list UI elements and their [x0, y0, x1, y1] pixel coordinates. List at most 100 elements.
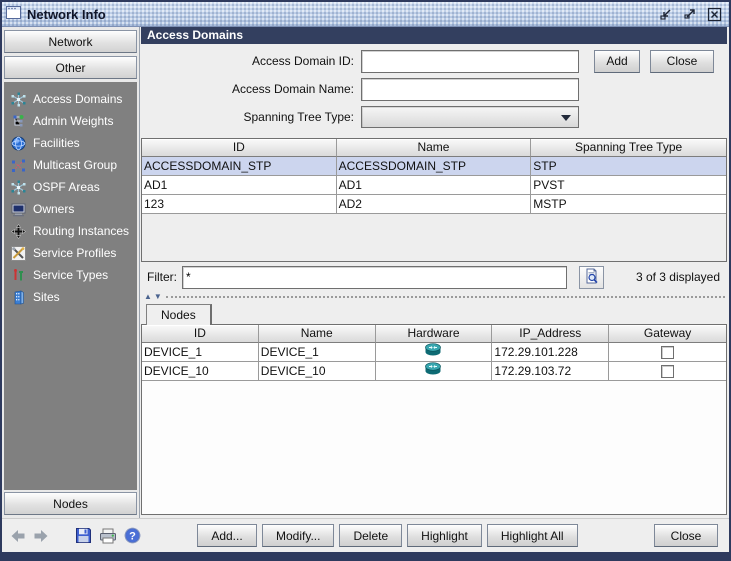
filter-bar: Filter: 3 of 3 displayed — [141, 262, 727, 292]
forward-arrow-icon[interactable] — [33, 526, 49, 546]
sidebar-item-label: Routing Instances — [33, 224, 130, 238]
modify-button[interactable]: Modify... — [262, 524, 335, 547]
sidebar-item-label: Multicast Group — [33, 158, 118, 172]
footer-buttons: Add... Modify... Delete Highlight Highli… — [141, 524, 729, 547]
back-arrow-icon[interactable] — [10, 526, 26, 546]
sidebar-item-label: Sites — [33, 290, 60, 304]
network-star-icon — [10, 91, 26, 107]
add-node-button[interactable]: Add... — [197, 524, 257, 547]
gateway-checkbox[interactable] — [661, 364, 675, 378]
sidebar-item-ospf-areas[interactable]: OSPF Areas — [10, 178, 133, 196]
collapse-up-icon[interactable]: ▲ — [144, 292, 152, 301]
table-row[interactable]: 123 AD2 MSTP — [142, 195, 726, 214]
cell-id: AD1 — [142, 176, 337, 195]
network-info-window: Network Info Network Other Access Domain… — [0, 0, 731, 561]
window-icon — [6, 6, 21, 22]
sidebar-item-owners[interactable]: Owners — [10, 200, 133, 218]
column-header-gateway[interactable]: Gateway — [609, 325, 726, 343]
cell-name: ACCESSDOMAIN_STP — [336, 157, 532, 176]
help-icon[interactable]: ? — [124, 526, 141, 546]
router-icon — [424, 362, 442, 380]
sidebar-item-facilities[interactable]: Facilities — [10, 134, 133, 152]
cell-hardware — [375, 343, 493, 362]
sidebar-button-other[interactable]: Other — [4, 56, 137, 79]
filter-label: Filter: — [147, 270, 177, 284]
spanning-tree-type-select[interactable] — [361, 106, 579, 128]
sidebar: Network Other Access Domains Admin Weigh… — [2, 27, 140, 518]
highlight-button[interactable]: Highlight — [407, 524, 482, 547]
access-domain-form: Access Domain ID: Add Close Access Domai… — [141, 44, 727, 136]
highlight-all-button[interactable]: Highlight All — [486, 524, 578, 547]
cell-gateway — [609, 343, 726, 362]
sidebar-item-multicast-group[interactable]: Multicast Group — [10, 156, 133, 174]
cell-name: DEVICE_1 — [258, 343, 376, 362]
table-row[interactable]: DEVICE_10 DEVICE_10 172.29.103.72 — [142, 362, 726, 381]
tools-icon — [10, 245, 26, 261]
search-document-icon — [584, 268, 600, 287]
tab-bar: Nodes — [141, 301, 727, 325]
window-bottom-border — [2, 552, 729, 559]
access-domain-id-label: Access Domain ID: — [251, 54, 354, 68]
cell-gateway — [609, 362, 726, 381]
sidebar-item-label: Service Profiles — [33, 246, 117, 260]
minimize-icon[interactable] — [657, 5, 675, 23]
sidebar-item-sites[interactable]: Sites — [10, 288, 133, 306]
sidebar-item-service-profiles[interactable]: Service Profiles — [10, 244, 133, 262]
sidebar-button-network[interactable]: Network — [4, 30, 137, 53]
column-header-id[interactable]: ID — [142, 139, 337, 157]
column-header-name[interactable]: Name — [258, 325, 376, 343]
close-form-button[interactable]: Close — [650, 49, 714, 73]
maximize-icon[interactable] — [681, 5, 699, 23]
sidebar-item-routing-instances[interactable]: Routing Instances — [10, 222, 133, 240]
titlebar: Network Info — [2, 2, 729, 27]
save-icon[interactable] — [75, 526, 92, 546]
table-row[interactable]: ACCESSDOMAIN_STP ACCESSDOMAIN_STP STP — [142, 157, 726, 176]
table-row[interactable]: DEVICE_1 DEVICE_1 172.29.101.228 — [142, 343, 726, 362]
main-panel: Access Domains Access Domain ID: Add Clo… — [140, 27, 729, 518]
cell-ip-address: 172.29.103.72 — [492, 362, 610, 381]
filter-input[interactable] — [182, 265, 567, 289]
sidebar-item-label: Facilities — [33, 136, 80, 150]
network-star-icon — [10, 179, 26, 195]
nodes-table: ID Name Hardware IP_Address Gateway DEVI… — [141, 324, 727, 515]
filter-status: 3 of 3 displayed — [635, 270, 720, 284]
apply-filter-button[interactable] — [579, 265, 604, 289]
spanning-tree-type-label: Spanning Tree Type: — [243, 110, 354, 124]
sidebar-item-label: Access Domains — [33, 92, 123, 106]
section-header: Access Domains — [141, 27, 727, 44]
sidebar-item-label: Admin Weights — [33, 114, 114, 128]
sidebar-item-admin-weights[interactable]: Admin Weights — [10, 112, 133, 130]
monitor-icon — [10, 201, 26, 217]
close-window-button[interactable]: Close — [654, 524, 718, 547]
access-domain-id-field[interactable] — [361, 49, 579, 73]
cell-id: DEVICE_10 — [142, 362, 259, 381]
close-icon[interactable] — [705, 5, 723, 23]
sidebar-item-label: Service Types — [33, 268, 109, 282]
delete-button[interactable]: Delete — [339, 524, 403, 547]
globe-icon — [10, 135, 26, 151]
sidebar-item-label: OSPF Areas — [33, 180, 100, 194]
collapse-down-icon[interactable]: ▼ — [154, 292, 162, 301]
sidebar-nav-list: Access Domains Admin Weights Facilities — [4, 82, 137, 490]
column-header-ip-address[interactable]: IP_Address — [492, 325, 610, 343]
cell-name: AD1 — [336, 176, 532, 195]
column-header-name[interactable]: Name — [336, 139, 532, 157]
cell-type: MSTP — [531, 195, 726, 214]
sidebar-item-access-domains[interactable]: Access Domains — [10, 90, 133, 108]
table-row[interactable]: AD1 AD1 PVST — [142, 176, 726, 195]
tab-nodes[interactable]: Nodes — [146, 304, 212, 325]
chevron-down-icon — [561, 115, 571, 121]
sidebar-item-service-types[interactable]: Service Types — [10, 266, 133, 284]
cross-arrows-icon — [10, 223, 26, 239]
gateway-checkbox[interactable] — [661, 345, 675, 359]
sidebar-button-nodes[interactable]: Nodes — [4, 492, 137, 515]
split-divider[interactable]: ▲ ▼ — [141, 292, 727, 301]
cell-name: DEVICE_10 — [258, 362, 376, 381]
window-title: Network Info — [27, 6, 106, 22]
add-button[interactable]: Add — [594, 49, 640, 73]
access-domain-name-field[interactable] — [361, 77, 579, 101]
column-header-hardware[interactable]: Hardware — [375, 325, 493, 343]
print-icon[interactable] — [99, 526, 117, 546]
column-header-spanning-tree-type[interactable]: Spanning Tree Type — [531, 139, 726, 157]
column-header-id[interactable]: ID — [142, 325, 259, 343]
